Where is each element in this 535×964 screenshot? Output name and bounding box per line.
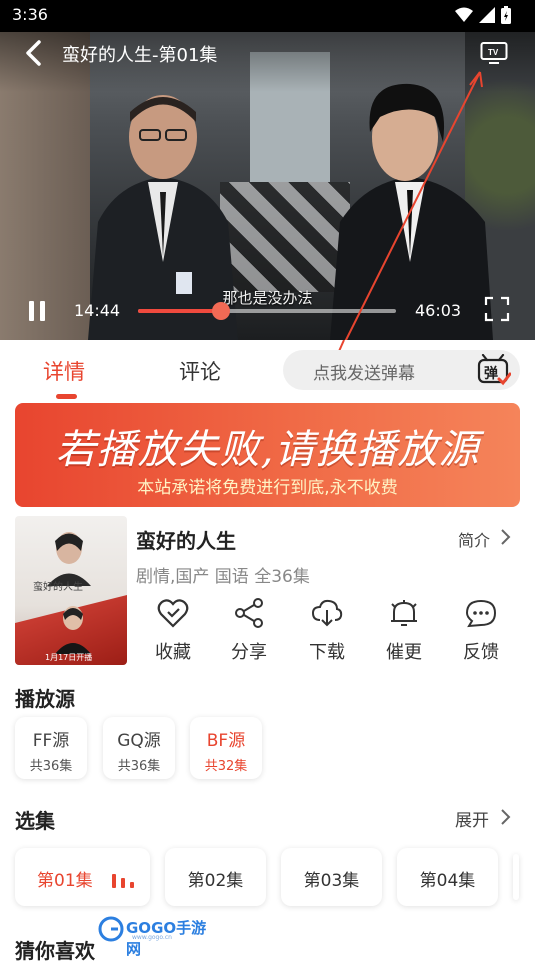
recommend-title: 猜你喜欢 [15, 939, 95, 963]
source-name: FF源 [32, 731, 70, 751]
show-poster[interactable]: 蛮好的人生 1月17日开播 [15, 516, 127, 665]
now-playing-icon [112, 874, 134, 888]
intro-link[interactable]: 简介 [458, 527, 490, 551]
chevron-right-icon[interactable] [499, 808, 511, 826]
svg-text:弹: 弹 [484, 365, 498, 382]
source-bf[interactable]: BF源 共32集 [190, 717, 262, 779]
download-button[interactable]: 下载 [297, 598, 357, 664]
banner-subtitle: 本站承诺将免费进行到底,永不收费 [137, 478, 398, 498]
tab-bar: 详情 评论 点我发送弹幕 弹 [0, 340, 535, 402]
episode-label: 第03集 [303, 871, 360, 891]
wifi-icon [455, 7, 473, 22]
share-icon [235, 598, 263, 628]
share-label: 分享 [231, 642, 267, 663]
danmu-placeholder: 点我发送弹幕 [313, 364, 415, 384]
notice-banner[interactable]: 若播放失败,请换播放源 本站承诺将免费进行到底,永不收费 [15, 403, 520, 507]
watermark-g-icon [98, 916, 124, 942]
poster-date: 1月17日开播 [45, 653, 93, 662]
video-player[interactable]: 蛮好的人生-第01集 TV 那也是没办法 14:44 46:03 [0, 32, 535, 340]
episode-item[interactable]: 第03集 [281, 848, 382, 906]
expand-episodes-button[interactable]: 展开 [455, 806, 489, 831]
episode-item-partial[interactable] [513, 848, 535, 906]
episodes-title: 选集 [15, 809, 55, 833]
episode-item[interactable]: 第01集 [15, 848, 150, 906]
bell-icon [391, 600, 417, 626]
status-time: 3:36 [12, 5, 48, 24]
signal-icon [479, 7, 495, 23]
show-title: 蛮好的人生 [136, 529, 236, 553]
episode-label: 第04集 [419, 871, 476, 891]
favorite-button[interactable]: 收藏 [143, 598, 203, 664]
tab-details[interactable]: 详情 [43, 356, 85, 386]
poster-figure [47, 532, 91, 586]
banner-title: 若播放失败,请换播放源 [55, 427, 480, 473]
episode-label: 第02集 [187, 871, 244, 891]
status-icons [455, 6, 511, 24]
source-gq[interactable]: GQ源 共36集 [103, 717, 175, 779]
source-count: 共32集 [204, 759, 248, 774]
episode-item[interactable]: 第04集 [397, 848, 498, 906]
source-count: 共36集 [29, 759, 73, 774]
update-reminder-label: 催更 [386, 642, 422, 663]
favorite-label: 收藏 [155, 642, 191, 663]
source-ff[interactable]: FF源 共36集 [15, 717, 87, 779]
battery-icon [501, 6, 511, 24]
update-reminder-button[interactable]: 催更 [374, 598, 434, 664]
watermark-url: www.gogo.cn [132, 934, 172, 941]
sources-title: 播放源 [15, 687, 75, 711]
cloud-download-icon [311, 599, 343, 627]
annotation-arrow [344, 71, 483, 340]
poster-title: 蛮好的人生 [33, 582, 83, 593]
poster-figure-2 [55, 606, 91, 654]
source-count: 共36集 [117, 759, 161, 774]
danmu-toggle-icon[interactable]: 弹 [477, 354, 511, 386]
tab-active-indicator [56, 394, 77, 399]
show-meta: 剧情,国产 国语 全36集 [136, 567, 310, 587]
download-label: 下载 [309, 642, 345, 663]
source-name: GQ源 [117, 731, 161, 751]
chevron-right-icon[interactable] [499, 528, 511, 546]
tab-comments[interactable]: 评论 [179, 356, 221, 386]
share-button[interactable]: 分享 [219, 598, 279, 664]
source-name: BF源 [206, 731, 246, 751]
chat-bubble-icon [465, 599, 497, 628]
feedback-label: 反馈 [463, 642, 499, 663]
episode-item[interactable]: 第02集 [165, 848, 266, 906]
watermark-logo: GOGO手游网 www.gogo.cn [98, 914, 218, 958]
heart-check-icon [157, 599, 189, 628]
status-bar: 3:36 [0, 0, 535, 32]
episode-label: 第01集 [37, 871, 93, 891]
feedback-button[interactable]: 反馈 [451, 598, 511, 664]
danmu-input[interactable]: 点我发送弹幕 弹 [283, 350, 520, 390]
